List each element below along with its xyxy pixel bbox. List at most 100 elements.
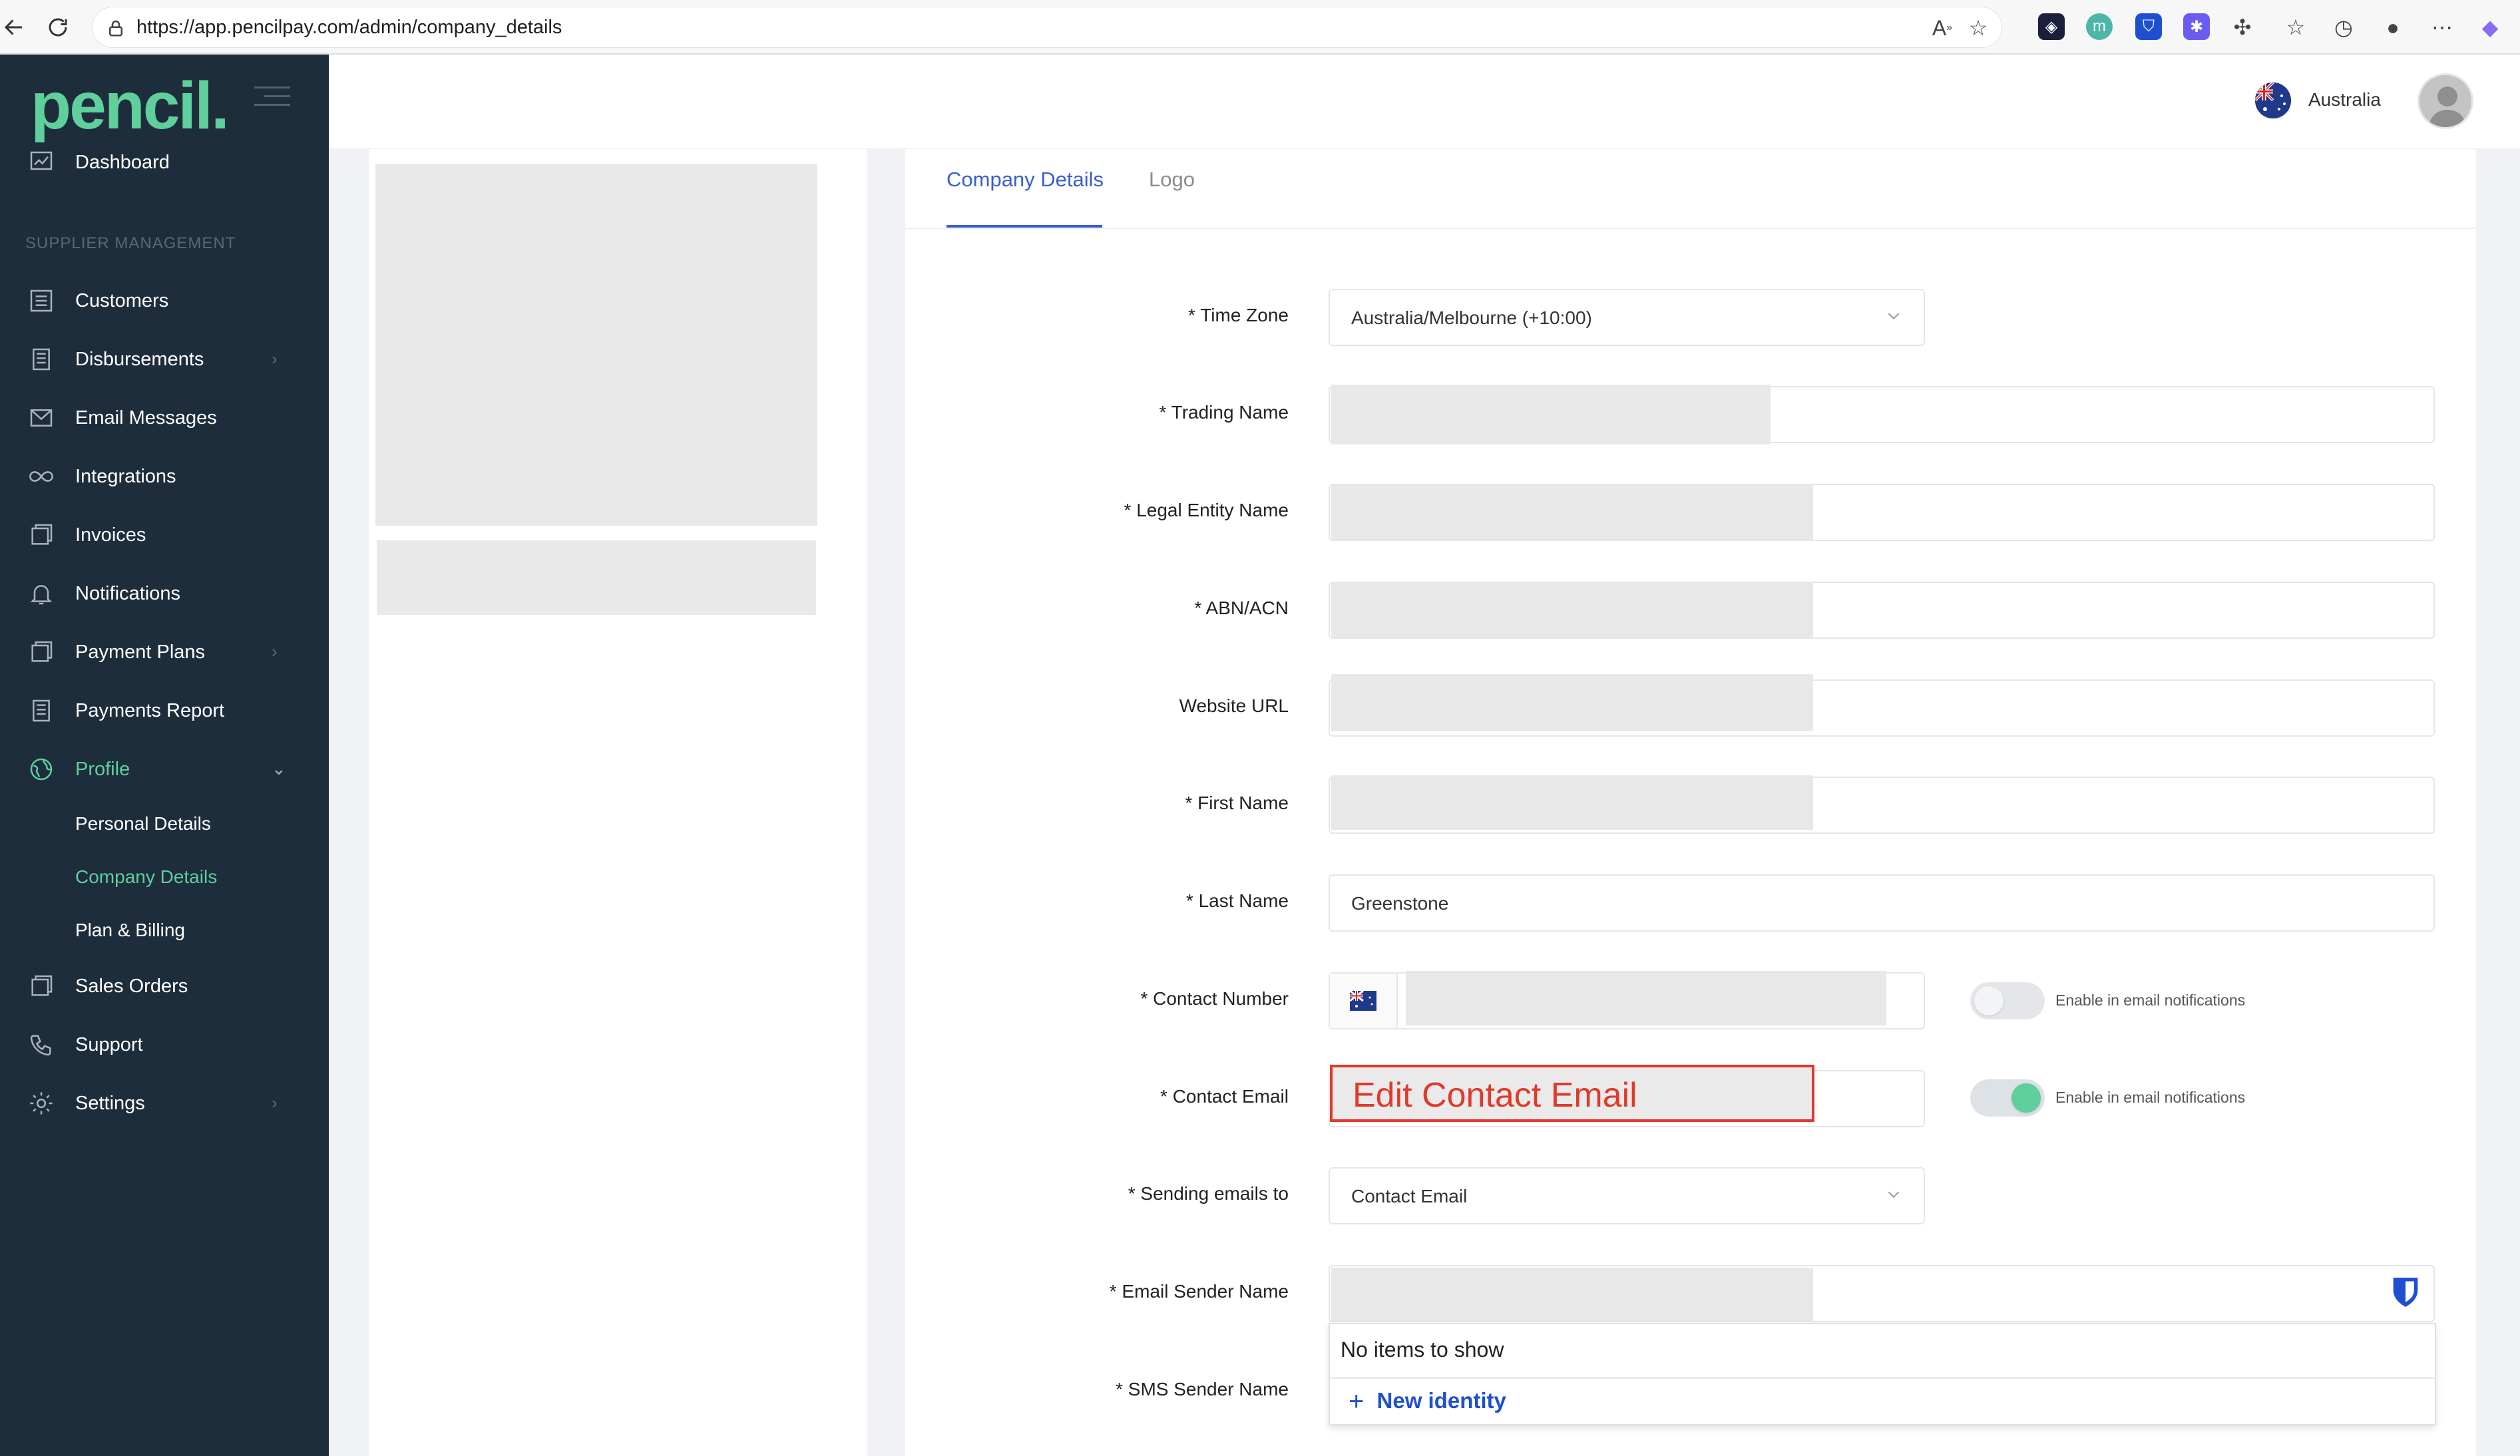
- sidebar-item-invoices[interactable]: Invoices: [0, 511, 329, 559]
- profile-icon[interactable]: ●: [2379, 13, 2407, 41]
- sidebar-item-integrations[interactable]: Integrations: [0, 453, 329, 500]
- redacted-value: [1331, 1268, 1813, 1322]
- extension-icon[interactable]: ✱: [2183, 13, 2210, 40]
- contact-email-email-toggle[interactable]: [1970, 1079, 2045, 1117]
- sidebar-item-label: Profile: [75, 759, 130, 780]
- australia-flag-icon: [1350, 991, 1376, 1011]
- sidebar-item-payment-plans[interactable]: Payment Plans ›: [0, 628, 329, 676]
- contact-number-email-toggle[interactable]: [1970, 982, 2045, 1019]
- address-bar[interactable]: https://app.pencilpay.com/admin/company_…: [92, 7, 2002, 48]
- sidebar-item-label: Settings: [75, 1093, 145, 1114]
- website-url-label: Website URL: [1179, 695, 1289, 716]
- stack-icon: [33, 348, 50, 371]
- tab-company-details[interactable]: Company Details: [946, 168, 1104, 192]
- dashboard-chart-icon: [30, 151, 53, 170]
- sidebar-item-profile[interactable]: Profile ⌄: [0, 745, 329, 793]
- documents-icon: [31, 524, 53, 545]
- sidebar-item-label: Customers: [75, 290, 169, 311]
- new-identity-button[interactable]: + New identity: [1349, 1387, 1506, 1417]
- sidebar-subitem-personal-details[interactable]: Personal Details: [75, 813, 211, 834]
- australia-flag-icon[interactable]: [2255, 83, 2291, 118]
- time-zone-select[interactable]: Australia/Melbourne (+10:00): [1329, 289, 1925, 346]
- country-label[interactable]: Australia: [2308, 89, 2381, 110]
- bell-icon: [30, 585, 53, 605]
- sidebar-item-label: Integrations: [75, 466, 176, 487]
- sidebar-item-label: Sales Orders: [75, 976, 188, 997]
- first-name-label: * First Name: [1185, 793, 1289, 813]
- sidebar-item-disbursements[interactable]: Disbursements ›: [0, 335, 329, 383]
- stack-icon: [33, 699, 50, 722]
- sidebar-item-label: Support: [75, 1034, 143, 1055]
- reload-icon[interactable]: [44, 13, 72, 41]
- favorites-icon[interactable]: ☆: [2282, 13, 2310, 41]
- sidebar-item-dashboard[interactable]: Dashboard: [0, 138, 329, 186]
- last-name-label: * Last Name: [1185, 890, 1289, 911]
- history-icon[interactable]: ◷: [2330, 13, 2358, 41]
- phone-icon: [30, 1035, 51, 1056]
- extension-icon[interactable]: ◈: [2038, 13, 2065, 40]
- more-menu-icon[interactable]: ⋯: [2428, 13, 2456, 41]
- sidebar-item-settings[interactable]: Settings ›: [0, 1079, 329, 1127]
- sidebar-item-email-messages[interactable]: Email Messages: [0, 394, 329, 442]
- sidebar-item-label: Payments Report: [75, 700, 225, 721]
- envelope-icon: [30, 409, 53, 427]
- collapse-menu-icon[interactable]: [254, 87, 290, 110]
- sidebar-subitem-company-details[interactable]: Company Details: [75, 866, 217, 888]
- contact-email-label: * Contact Email: [1160, 1086, 1289, 1107]
- redacted-value: [1406, 971, 1886, 1025]
- toggle-label: Enable in email notifications: [2055, 992, 2246, 1009]
- redacted-value: [1331, 385, 1771, 445]
- section-title: SUPPLIER MANAGEMENT: [25, 234, 236, 252]
- time-zone-label: * Time Zone: [1188, 305, 1289, 325]
- no-items-text: No items to show: [1341, 1338, 1504, 1362]
- chevron-right-icon: ›: [272, 349, 278, 369]
- legal-entity-name-label: * Legal Entity Name: [1124, 500, 1289, 520]
- last-name-input[interactable]: Greenstone: [1329, 874, 2435, 932]
- back-arrow-icon[interactable]: [0, 13, 28, 41]
- sending-emails-to-label: * Sending emails to: [1128, 1183, 1289, 1204]
- sending-emails-to-select[interactable]: Contact Email: [1329, 1167, 1925, 1224]
- extensions-puzzle-icon[interactable]: ✣: [2228, 13, 2256, 41]
- chevron-down-icon: [1888, 1191, 1900, 1198]
- list-icon: [30, 289, 53, 312]
- chevron-down-icon: ⌄: [272, 759, 286, 779]
- favorite-star-icon[interactable]: ☆: [1966, 15, 1991, 41]
- time-zone-value: Australia/Melbourne (+10:00): [1351, 307, 1592, 328]
- copilot-icon[interactable]: ◆: [2476, 13, 2504, 41]
- gear-icon: [30, 1092, 53, 1115]
- chevron-right-icon: ›: [272, 1093, 278, 1113]
- country-code-select[interactable]: [1330, 974, 1398, 1028]
- sidebar-item-label: Email Messages: [75, 407, 217, 429]
- documents-icon: [31, 975, 53, 996]
- sidebar-subitem-plan-billing[interactable]: Plan & Billing: [75, 920, 185, 941]
- contact-number-label: * Contact Number: [1140, 988, 1289, 1009]
- chevron-right-icon: ›: [272, 641, 278, 661]
- plus-icon: +: [1349, 1387, 1365, 1416]
- sidebar-item-payments-report[interactable]: Payments Report: [0, 687, 329, 735]
- redacted-value: [1331, 775, 1813, 830]
- abn-acn-label: * ABN/ACN: [1194, 598, 1289, 618]
- autofill-dropdown: No items to show + New identity: [1329, 1323, 2436, 1425]
- edit-contact-email-annotation: Edit Contact Email: [1330, 1065, 1814, 1122]
- email-sender-name-label: * Email Sender Name: [1109, 1281, 1289, 1302]
- bitwarden-shield-icon[interactable]: [2391, 1275, 2420, 1310]
- divider: [1330, 1377, 2435, 1379]
- sending-emails-to-value: Contact Email: [1351, 1186, 1468, 1206]
- annotation-text: Edit Contact Email: [1353, 1076, 1637, 1115]
- extension-icon[interactable]: m: [2086, 13, 2113, 40]
- url-text: https://app.pencilpay.com/admin/company_…: [136, 17, 562, 38]
- sidebar-item-notifications[interactable]: Notifications: [0, 570, 329, 618]
- toggle-label: Enable in email notifications: [2055, 1089, 2246, 1106]
- sidebar-item-sales-orders[interactable]: Sales Orders: [0, 962, 329, 1010]
- read-aloud-icon[interactable]: A»: [1930, 15, 1955, 41]
- bitwarden-extension-icon[interactable]: ⛉: [2135, 13, 2162, 40]
- sidebar-item-support[interactable]: Support: [0, 1021, 329, 1069]
- sidebar-item-label: Dashboard: [75, 152, 170, 173]
- redacted-placeholder: [377, 540, 816, 615]
- user-avatar[interactable]: [2417, 73, 2473, 129]
- trading-name-label: * Trading Name: [1159, 402, 1289, 423]
- redacted-value: [1331, 485, 1813, 541]
- sidebar-item-customers[interactable]: Customers: [0, 277, 329, 325]
- lock-icon: [109, 20, 122, 37]
- tab-logo[interactable]: Logo: [1149, 168, 1195, 192]
